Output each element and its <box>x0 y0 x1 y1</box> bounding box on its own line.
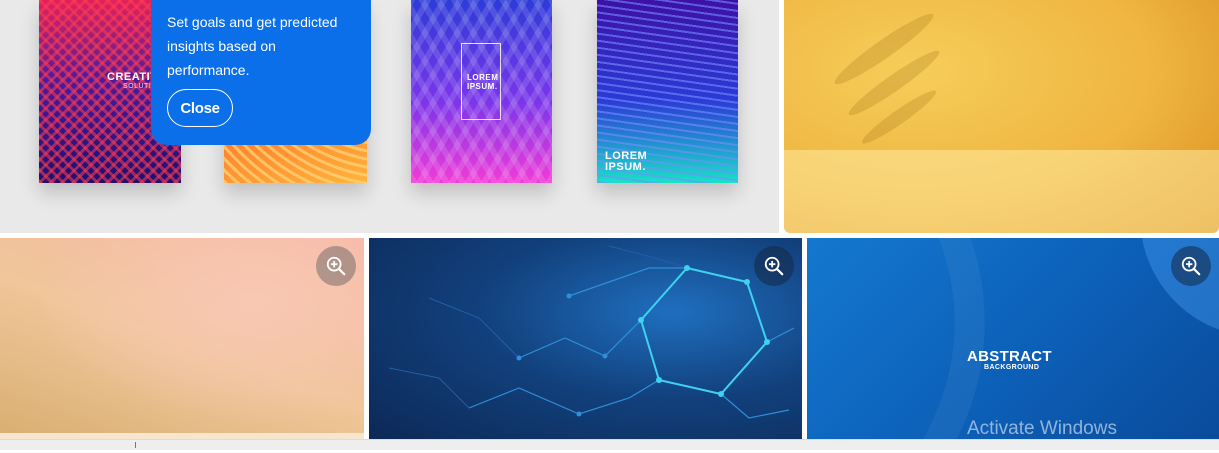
close-button[interactable]: Close <box>167 89 233 127</box>
abstract-title: ABSTRACT <box>967 348 1052 365</box>
cover-blue-lines: LOREM IPSUM. <box>597 0 738 183</box>
bottom-bar-tick <box>135 442 136 448</box>
zoom-button[interactable] <box>316 246 356 286</box>
cover-title-lorem: LOREM IPSUM. <box>467 73 499 91</box>
zoom-button[interactable] <box>1171 246 1211 286</box>
cover-purple-triangles: LOREM IPSUM. <box>411 0 552 183</box>
zoom-button[interactable] <box>754 246 794 286</box>
zoom-in-icon <box>764 256 784 276</box>
image-tile-book-covers[interactable]: CREATIV SOLUTI LOREM IPSUM. LOREM IPSUM.… <box>0 0 779 233</box>
cover-title-lorem-2: LOREM IPSUM. <box>605 150 648 173</box>
image-tile-peach-shadows[interactable] <box>0 238 364 449</box>
zoom-in-icon <box>326 256 346 276</box>
activate-windows-watermark: Activate Windows <box>967 418 1117 439</box>
tooltip-text: Set goals and get predicted insights bas… <box>167 14 338 78</box>
onboarding-tooltip: Set goals and get predicted insights bas… <box>151 0 371 145</box>
cover-subtitle-creative: SOLUTI <box>123 83 152 90</box>
palm-shadow <box>829 7 939 91</box>
image-tile-yellow-backdrop[interactable] <box>784 0 1219 233</box>
bottom-scroll-bar[interactable] <box>0 439 1219 450</box>
network-lines <box>388 245 795 419</box>
zoom-in-icon <box>1181 256 1201 276</box>
image-tile-tech-network[interactable] <box>369 238 802 449</box>
abstract-subtitle: BACKGROUND <box>984 364 1040 371</box>
